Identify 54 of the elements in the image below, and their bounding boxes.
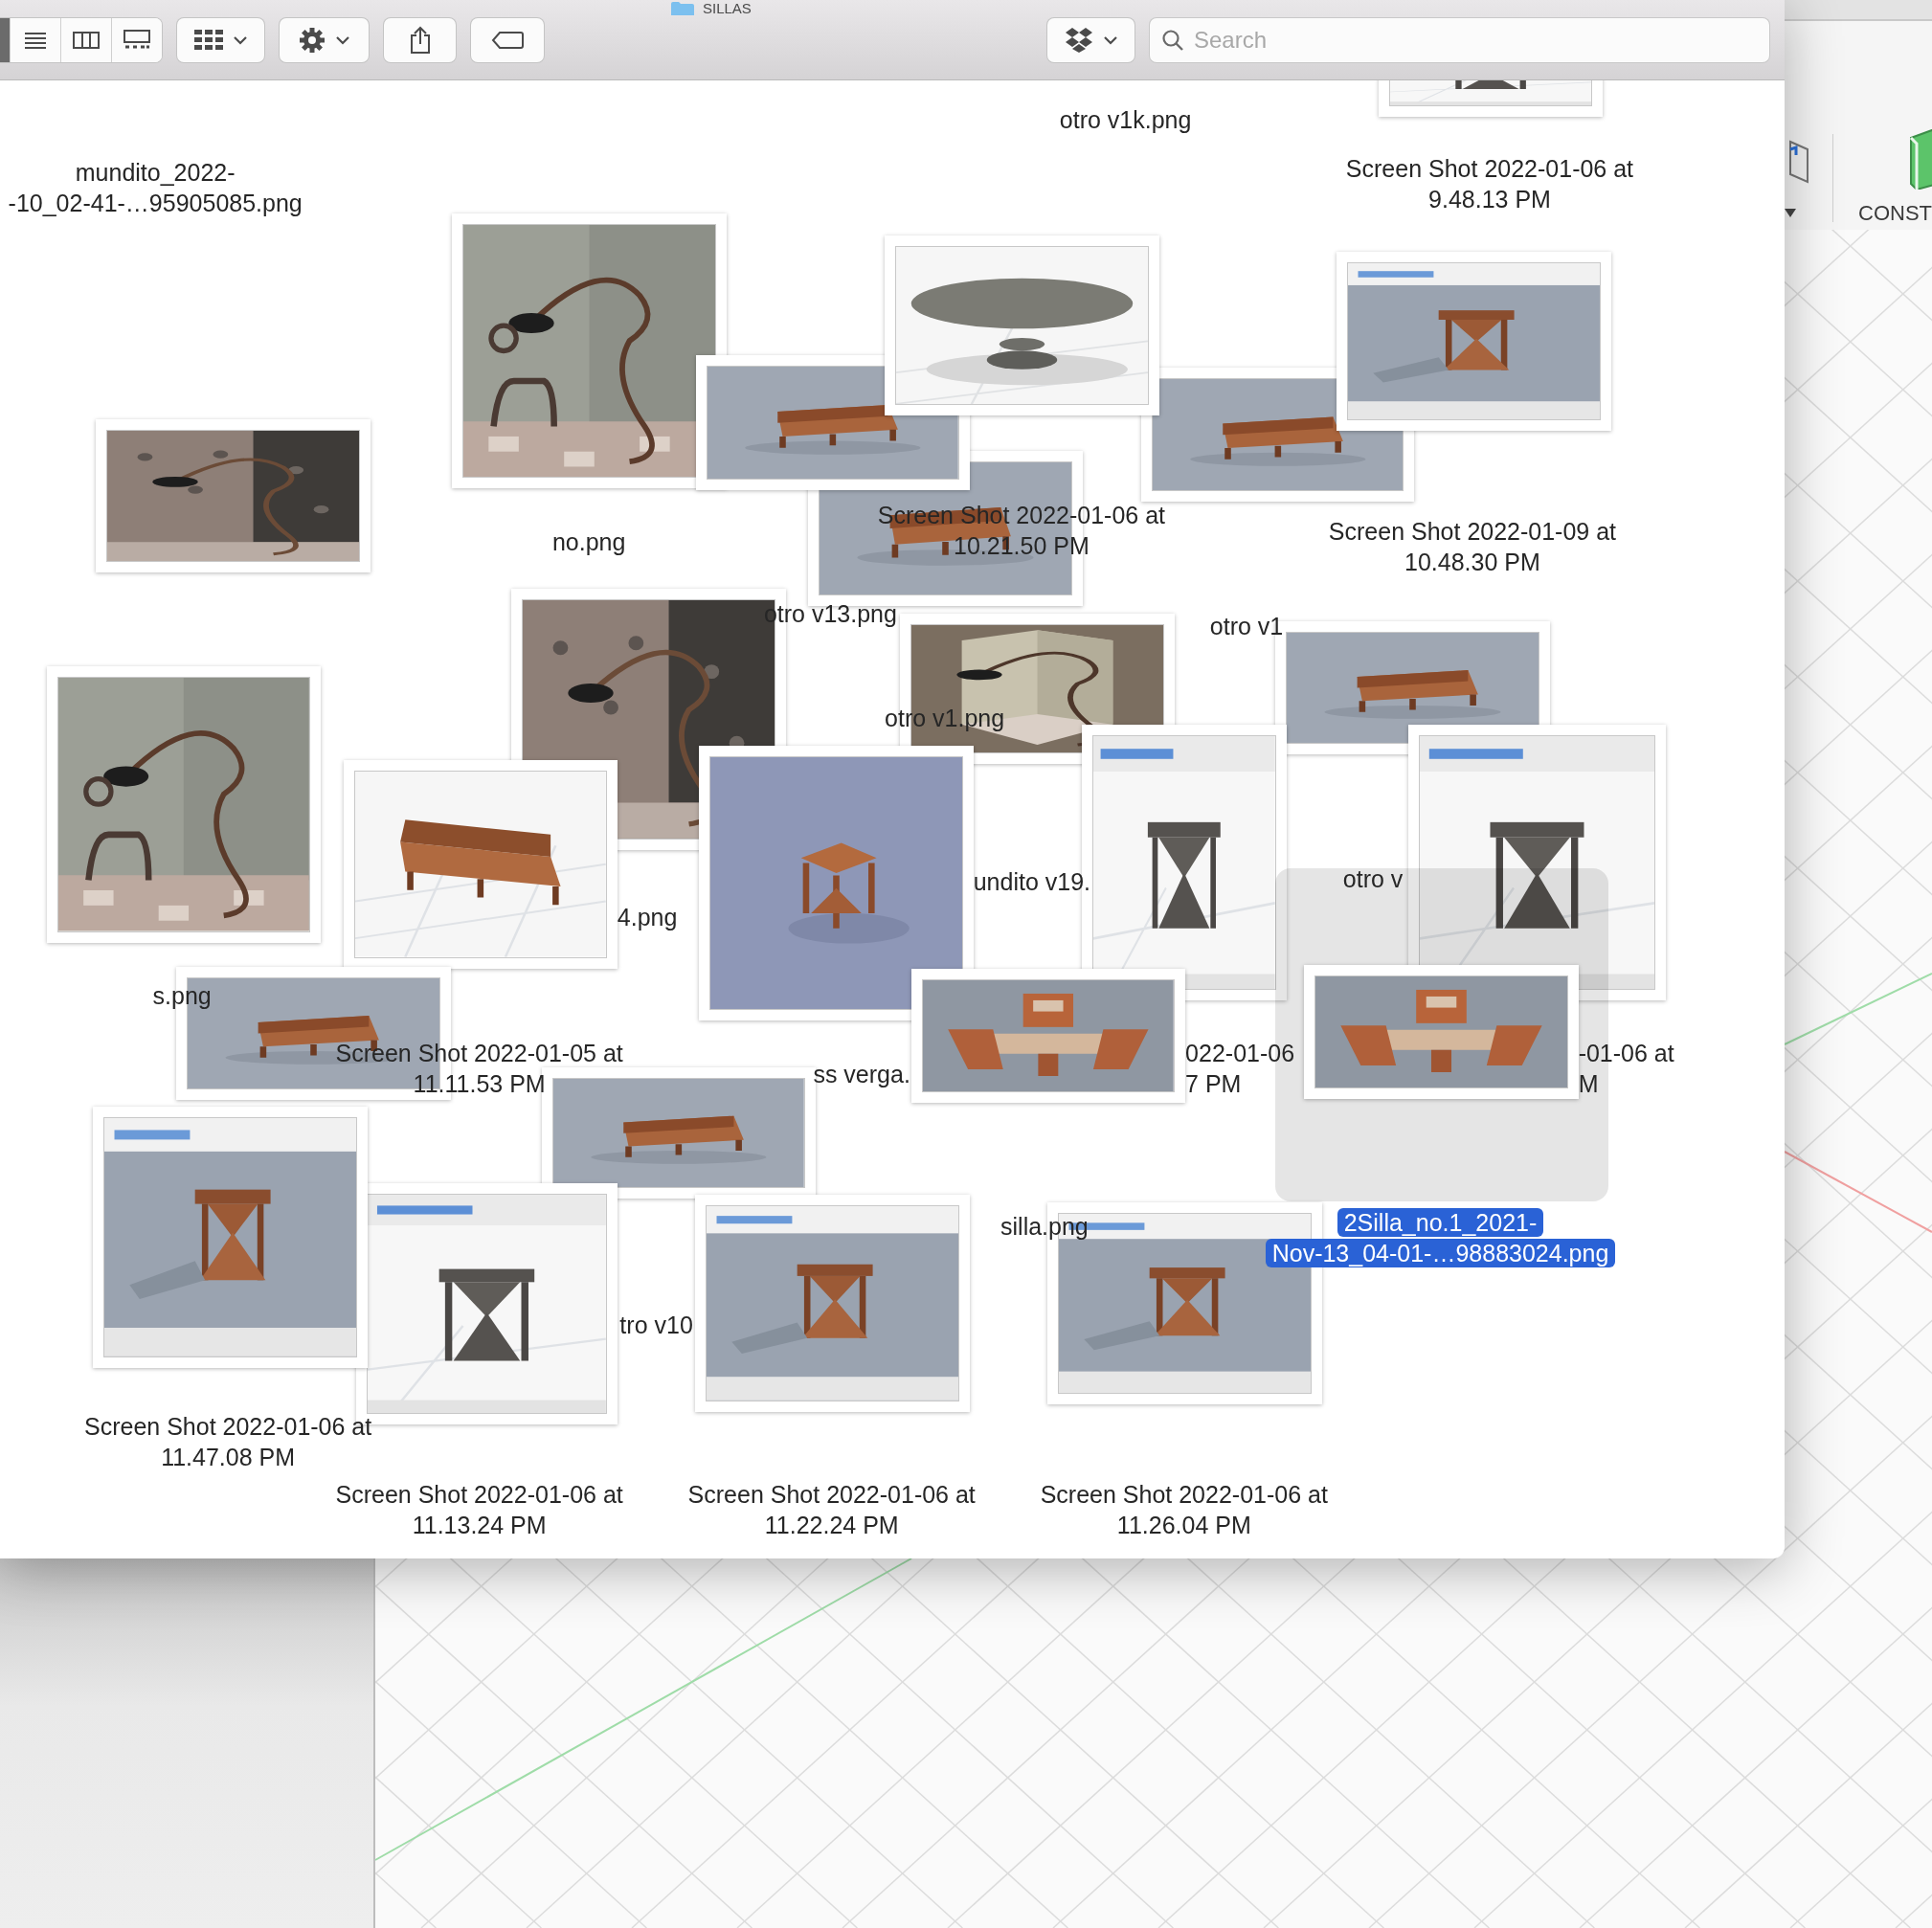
file-thumbnail[interactable] [542, 1066, 816, 1199]
group-button[interactable] [177, 18, 264, 62]
action-button[interactable] [280, 18, 369, 62]
columns-view-icon [73, 31, 100, 50]
file-name[interactable]: 2Silla_no.1_2021- Nov-13_04-01-…98883024.png [1265, 1206, 1616, 1268]
file-thumbnail[interactable] [1303, 964, 1579, 1099]
file-thumbnail[interactable] [694, 1195, 970, 1412]
tag-icon [491, 31, 524, 50]
settings-icon [298, 27, 326, 54]
file-thumbnail[interactable] [92, 1106, 368, 1368]
grid-icon [193, 30, 223, 51]
caret-icon[interactable] [1785, 209, 1796, 218]
file-name[interactable]: mundito_2022- -10_02-41-…95905085.png [1, 157, 309, 219]
file-name[interactable]: otro v1k.png [1052, 103, 1199, 135]
file-name[interactable]: Screen Shot 2022-01-06 at 9.48.13 PM [1338, 153, 1641, 215]
file-name[interactable]: 022-01-06 7 PM [1179, 1038, 1302, 1100]
view-mode-button[interactable] [111, 18, 162, 62]
toolbar-label[interactable]: CONST [1858, 201, 1932, 226]
file-thumbnail[interactable] [344, 760, 618, 969]
gallery-view-icon [124, 30, 150, 51]
file-name[interactable]: silla.png [994, 1210, 1095, 1242]
file-name[interactable]: Screen Shot 2022-01-09 at 10.48.30 PM [1321, 515, 1624, 577]
share-icon [408, 26, 432, 55]
window-title: SILLAS [703, 0, 752, 16]
file-thumbnail[interactable] [911, 968, 1186, 1103]
file-name[interactable]: no.png [545, 527, 633, 558]
folder-icon [670, 0, 695, 16]
file-name[interactable]: Screen Shot 2022-01-06 at 11.13.24 PM [328, 1479, 630, 1541]
chevron-icon [232, 35, 248, 45]
file-name[interactable]: -01-06 at M [1571, 1038, 1681, 1100]
file-name[interactable]: tro v10 [613, 1309, 700, 1340]
file-name[interactable]: Screen Shot 2022-01-06 at 11.22.24 PM [681, 1479, 982, 1541]
dropbox-button[interactable] [1047, 18, 1134, 62]
chevron-icon [1102, 35, 1118, 45]
chevron-icon [334, 35, 350, 45]
tag-button[interactable] [471, 18, 544, 62]
file-thumbnail[interactable] [46, 666, 321, 943]
file-name[interactable]: 4.png [610, 901, 685, 932]
file-thumbnail[interactable] [96, 418, 371, 573]
file-name[interactable]: s.png [146, 979, 218, 1011]
file-name[interactable]: undito v19. [966, 866, 1098, 898]
file-name[interactable]: Screen Shot 2022-01-05 at 11.11.53 PM [328, 1038, 630, 1100]
file-name[interactable]: otro v1 [1202, 610, 1291, 641]
file-name[interactable]: Screen Shot 2022-01-06 at 11.47.08 PM [78, 1411, 379, 1473]
file-thumbnail[interactable] [1337, 251, 1612, 432]
search-icon [1161, 29, 1184, 52]
file-name[interactable]: ss verga. [806, 1059, 917, 1090]
file-thumbnail[interactable] [885, 235, 1160, 415]
search-field[interactable]: Search [1150, 18, 1769, 62]
share-button[interactable] [384, 18, 456, 62]
file-name[interactable]: Screen Shot 2022-01-06 at 11.26.04 PM [1033, 1479, 1335, 1541]
list-view-icon [23, 31, 48, 50]
file-name[interactable]: otro v [1336, 863, 1410, 894]
dropbox-icon [1064, 28, 1093, 53]
